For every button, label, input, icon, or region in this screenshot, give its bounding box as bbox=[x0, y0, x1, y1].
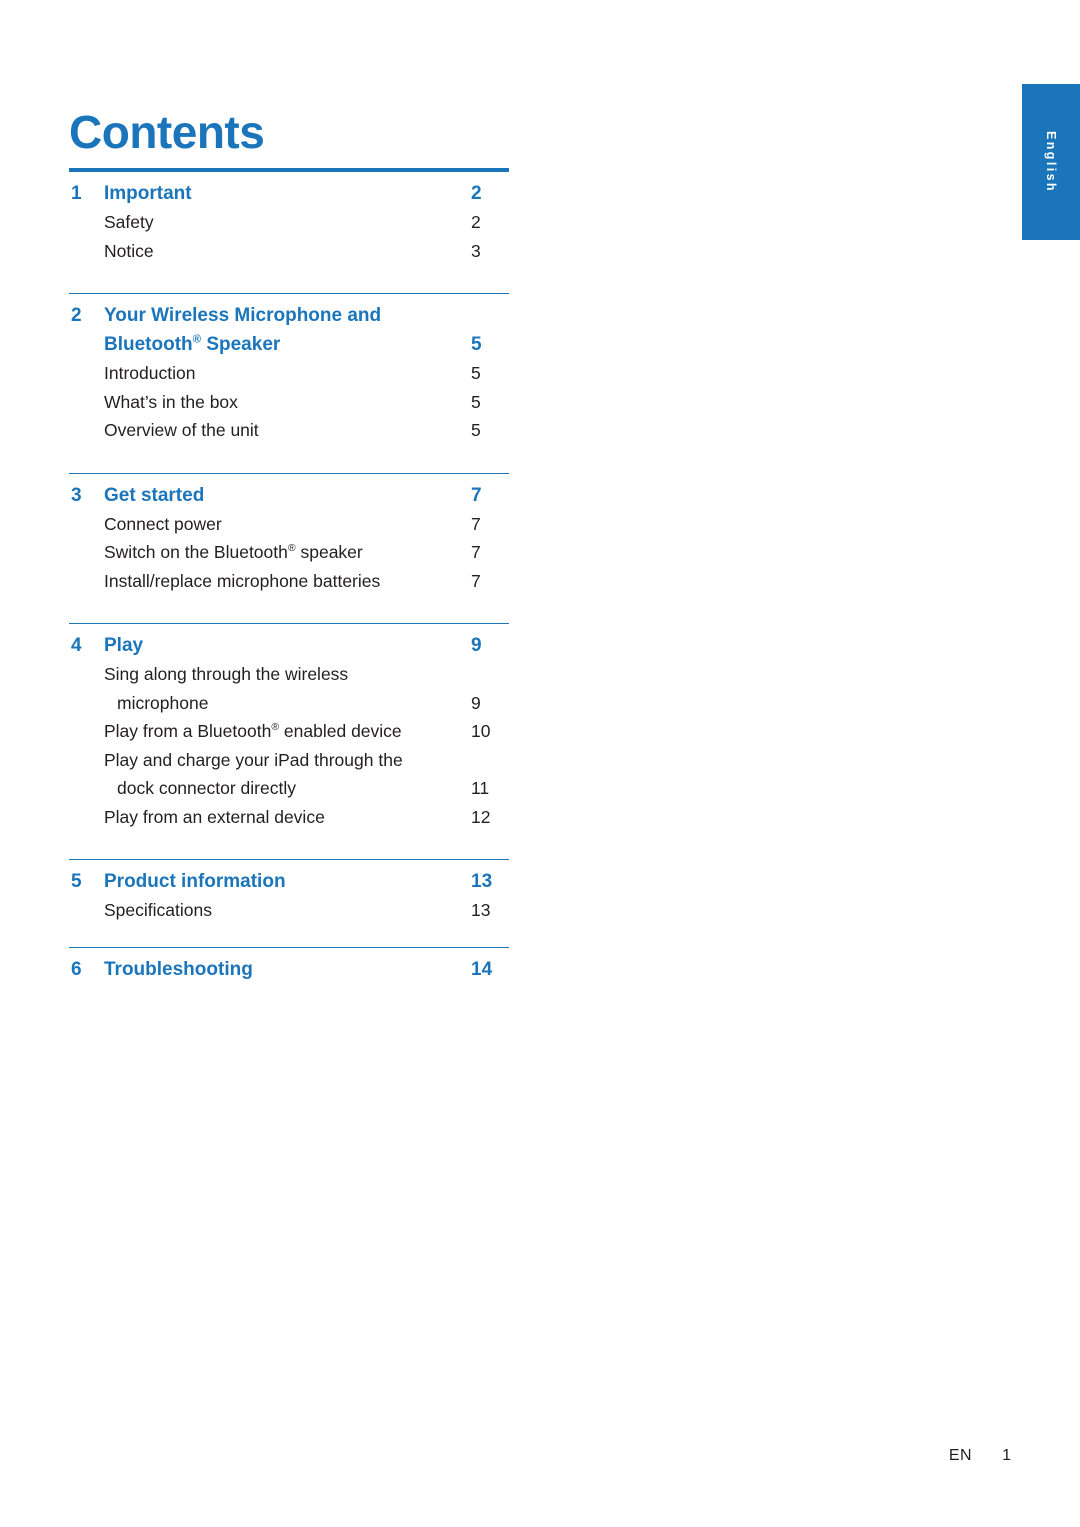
toc-group-4: 4 Play 9 Sing along through the wireless… bbox=[69, 623, 509, 833]
toc-group-6: 6 Troubleshooting 14 bbox=[69, 946, 509, 984]
chapter-page: 14 bbox=[471, 958, 493, 980]
entry-page: 7 bbox=[471, 542, 481, 562]
footer-page-number: 1 bbox=[1002, 1447, 1011, 1464]
toc-entry-introduction[interactable]: Introduction 5 bbox=[69, 359, 509, 388]
entry-label: Safety bbox=[104, 212, 154, 232]
entry-label: Notice bbox=[104, 240, 154, 261]
chapter-page: 13 bbox=[471, 871, 493, 892]
entry-label: What’s in the box bbox=[104, 391, 238, 412]
entry-page: 9 bbox=[471, 692, 481, 713]
toc-group-3: 3 Get started 7 Connect power 7 Switch o… bbox=[69, 472, 509, 598]
toc-entry-microphone[interactable]: microphone 9 bbox=[69, 689, 509, 718]
table-of-contents: 1 Important 2 Safety 2 Notice 3 2 Your W… bbox=[69, 168, 509, 984]
chapter-label-continued: Bluetooth® Speaker bbox=[104, 333, 281, 355]
toc-chapter-your-wireless-microphone[interactable]: 2 Your Wireless Microphone and bbox=[69, 294, 509, 330]
entry-page: 3 bbox=[471, 240, 481, 261]
chapter-label: Your Wireless Microphone and bbox=[104, 305, 382, 326]
toc-entry-specifications[interactable]: Specifications 13 bbox=[69, 896, 509, 927]
chapter-page: 2 bbox=[471, 183, 482, 204]
toc-chapter-important[interactable]: 1 Important 2 bbox=[69, 172, 509, 208]
entry-label: Overview of the unit bbox=[104, 420, 259, 440]
toc-entry-safety[interactable]: Safety 2 bbox=[69, 208, 509, 237]
chapter-number: 4 bbox=[71, 635, 82, 656]
toc-entry-sing-along-wireless[interactable]: Sing along through the wireless bbox=[69, 660, 509, 689]
entry-page: 13 bbox=[471, 900, 491, 920]
chapter-number: 6 bbox=[71, 958, 82, 980]
chapter-label: Play bbox=[104, 635, 144, 656]
chapter-page: 9 bbox=[471, 635, 482, 656]
entry-label: Connect power bbox=[104, 513, 222, 534]
language-tab: English bbox=[1022, 84, 1080, 240]
chapter-number: 3 bbox=[71, 484, 82, 506]
entry-label: Introduction bbox=[104, 363, 196, 383]
entry-page: 11 bbox=[471, 778, 490, 798]
page-title: Contents bbox=[69, 105, 265, 158]
entry-page: 5 bbox=[471, 420, 481, 440]
toc-chapter-product-information[interactable]: 5 Product information 13 bbox=[69, 860, 509, 896]
chapter-label: Product information bbox=[104, 871, 286, 892]
toc-entry-switch-on-bluetooth-speaker[interactable]: Switch on the Bluetooth® speaker 7 bbox=[69, 538, 509, 567]
entry-label: Install/replace microphone batteries bbox=[104, 570, 381, 591]
entry-page: 2 bbox=[471, 212, 481, 232]
toc-group-1: 1 Important 2 Safety 2 Notice 3 bbox=[69, 168, 509, 267]
toc-chapter-troubleshooting[interactable]: 6 Troubleshooting 14 bbox=[69, 948, 509, 984]
entry-page: 5 bbox=[471, 363, 481, 383]
entry-label: Play and charge your iPad through the bbox=[104, 749, 403, 770]
chapter-page: 7 bbox=[471, 484, 482, 506]
page-footer: EN 1 bbox=[949, 1447, 1011, 1465]
toc-group-2: 2 Your Wireless Microphone and Bluetooth… bbox=[69, 293, 509, 447]
entry-page: 12 bbox=[471, 806, 491, 827]
toc-chapter-play[interactable]: 4 Play 9 bbox=[69, 624, 509, 660]
entry-label: dock connector directly bbox=[117, 778, 296, 798]
toc-entry-dock-connector-directly[interactable]: dock connector directly 11 bbox=[69, 774, 509, 803]
toc-entry-overview-of-the-unit[interactable]: Overview of the unit 5 bbox=[69, 416, 509, 447]
toc-chapter-get-started[interactable]: 3 Get started 7 bbox=[69, 474, 509, 510]
footer-language: EN bbox=[948, 1447, 973, 1464]
toc-entry-whats-in-the-box[interactable]: What’s in the box 5 bbox=[69, 388, 509, 417]
toc-entry-play-charge-ipad[interactable]: Play and charge your iPad through the bbox=[69, 746, 509, 775]
entry-page: 10 bbox=[471, 721, 491, 741]
entry-page: 7 bbox=[471, 513, 481, 534]
toc-entry-notice[interactable]: Notice 3 bbox=[69, 237, 509, 268]
entry-label: Switch on the Bluetooth® speaker bbox=[104, 542, 363, 562]
chapter-number: 2 bbox=[71, 305, 82, 326]
entry-label: Specifications bbox=[104, 900, 212, 920]
language-tab-label: English bbox=[1044, 131, 1058, 193]
entry-label: Play from a Bluetooth® enabled device bbox=[104, 721, 402, 741]
toc-entry-play-from-bluetooth-device[interactable]: Play from a Bluetooth® enabled device 10 bbox=[69, 717, 509, 746]
toc-chapter-line2[interactable]: Bluetooth® Speaker 5 bbox=[69, 330, 509, 359]
chapter-label: Troubleshooting bbox=[104, 958, 253, 980]
entry-label: Sing along through the wireless bbox=[104, 664, 349, 684]
toc-group-5: 5 Product information 13 Specifications … bbox=[69, 859, 509, 927]
chapter-number: 5 bbox=[71, 871, 82, 892]
toc-entry-connect-power[interactable]: Connect power 7 bbox=[69, 510, 509, 539]
chapter-label: Get started bbox=[104, 484, 205, 506]
toc-entry-play-from-external-device[interactable]: Play from an external device 12 bbox=[69, 803, 509, 834]
chapter-number: 1 bbox=[71, 183, 82, 204]
chapter-page: 5 bbox=[471, 334, 482, 355]
entry-page: 5 bbox=[471, 391, 481, 412]
entry-page: 7 bbox=[471, 570, 481, 591]
entry-label: microphone bbox=[117, 692, 209, 713]
chapter-label: Important bbox=[104, 183, 192, 204]
toc-entry-install-replace-batteries[interactable]: Install/replace microphone batteries 7 bbox=[69, 567, 509, 598]
entry-label: Play from an external device bbox=[104, 806, 325, 827]
